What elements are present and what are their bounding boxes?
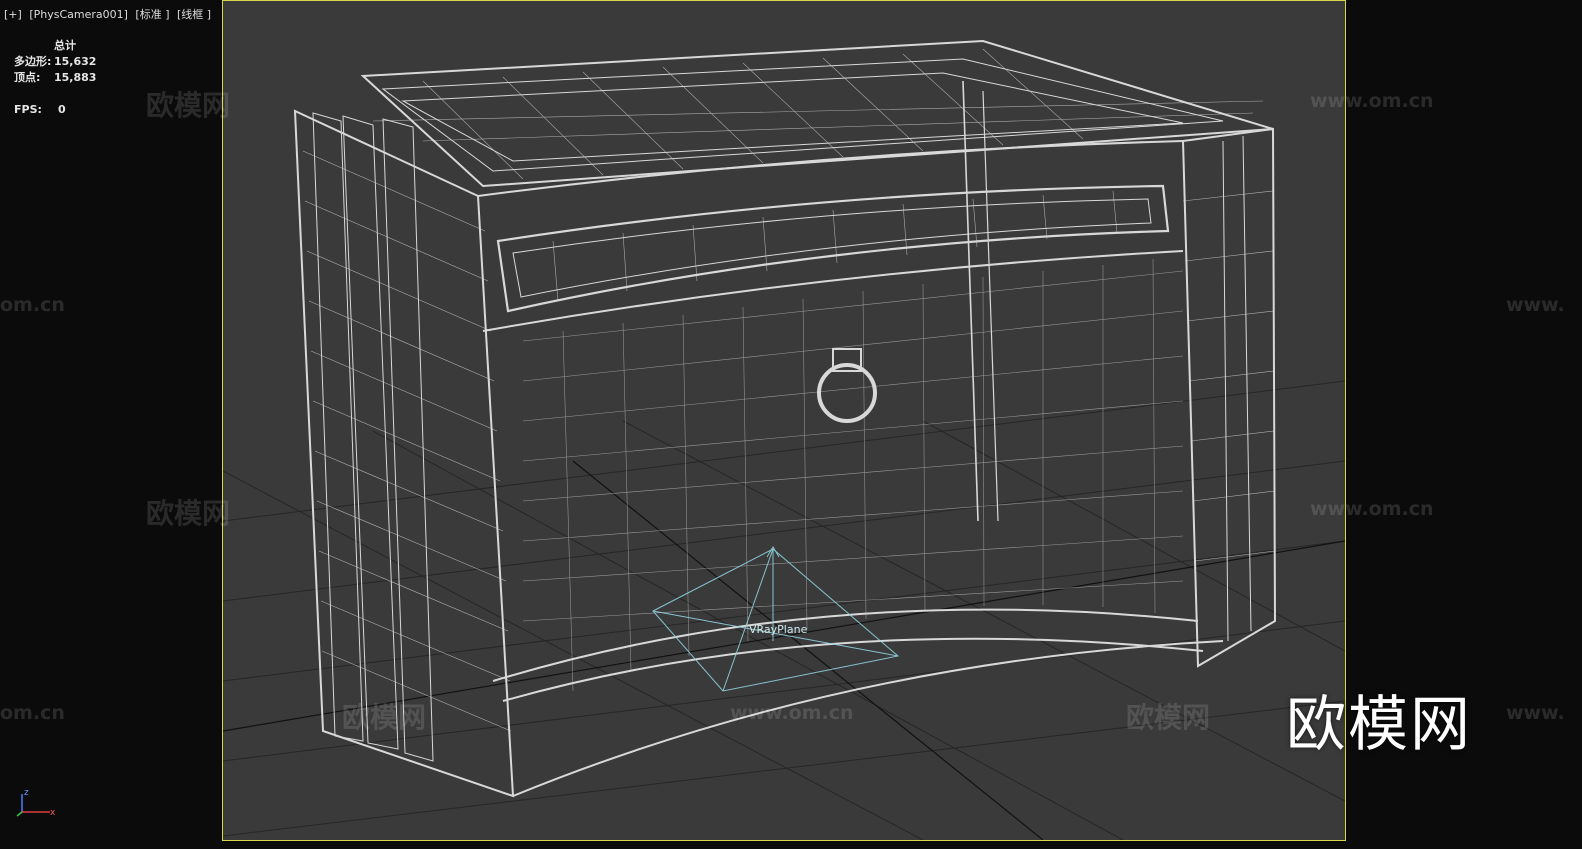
watermark-cn: 欧模网 — [146, 89, 231, 122]
viewport-display-mode-menu[interactable]: [线框 ] — [177, 8, 211, 21]
viewport-shading-menu[interactable]: [标准 ] — [135, 8, 169, 21]
stats-fps-row: FPS: 0 — [14, 102, 96, 118]
perspective-viewport[interactable]: VRayPlane — [222, 0, 1346, 841]
cabinet-wireframe — [293, 39, 1277, 798]
polygons-value: 15,632 — [54, 55, 97, 68]
home-grid — [223, 380, 1345, 840]
fps-value: 0 — [58, 103, 66, 116]
vray-plane-label: VRayPlane — [749, 623, 808, 636]
watermark-url-short: om.cn — [0, 294, 65, 316]
polygons-label: 多边形: — [14, 55, 52, 68]
viewport-camera-menu[interactable]: [PhysCamera001] — [29, 8, 128, 21]
stats-vertices-row: 顶点: 15,883 — [14, 70, 96, 86]
viewport-menu-plus[interactable]: [+] — [4, 8, 22, 21]
fps-label: FPS: — [14, 103, 42, 116]
vertices-value: 15,883 — [54, 71, 97, 84]
axis-x-label: x — [50, 808, 56, 818]
vray-plane-helper — [652, 546, 900, 692]
wireframe-scene — [223, 39, 1345, 840]
stats-polygons-row: 多边形: 15,632 — [14, 54, 96, 70]
watermark-cn: 欧模网 — [146, 497, 231, 530]
viewport-label: [+] [PhysCamera001] [标准 ] [线框 ] — [4, 6, 215, 22]
scene-statistics: 总计 多边形: 15,632 顶点: 15,883 FPS: 0 — [14, 38, 96, 118]
watermark-url-prefix: www. — [1506, 702, 1565, 724]
stats-header: 总计 — [54, 39, 76, 52]
vertices-label: 顶点: — [14, 71, 41, 84]
watermark-url-prefix: www. — [1506, 294, 1565, 316]
axis-z-label: z — [24, 788, 29, 798]
axis-tripod-icon: z x — [16, 788, 56, 818]
watermark-url-short: om.cn — [0, 702, 65, 724]
